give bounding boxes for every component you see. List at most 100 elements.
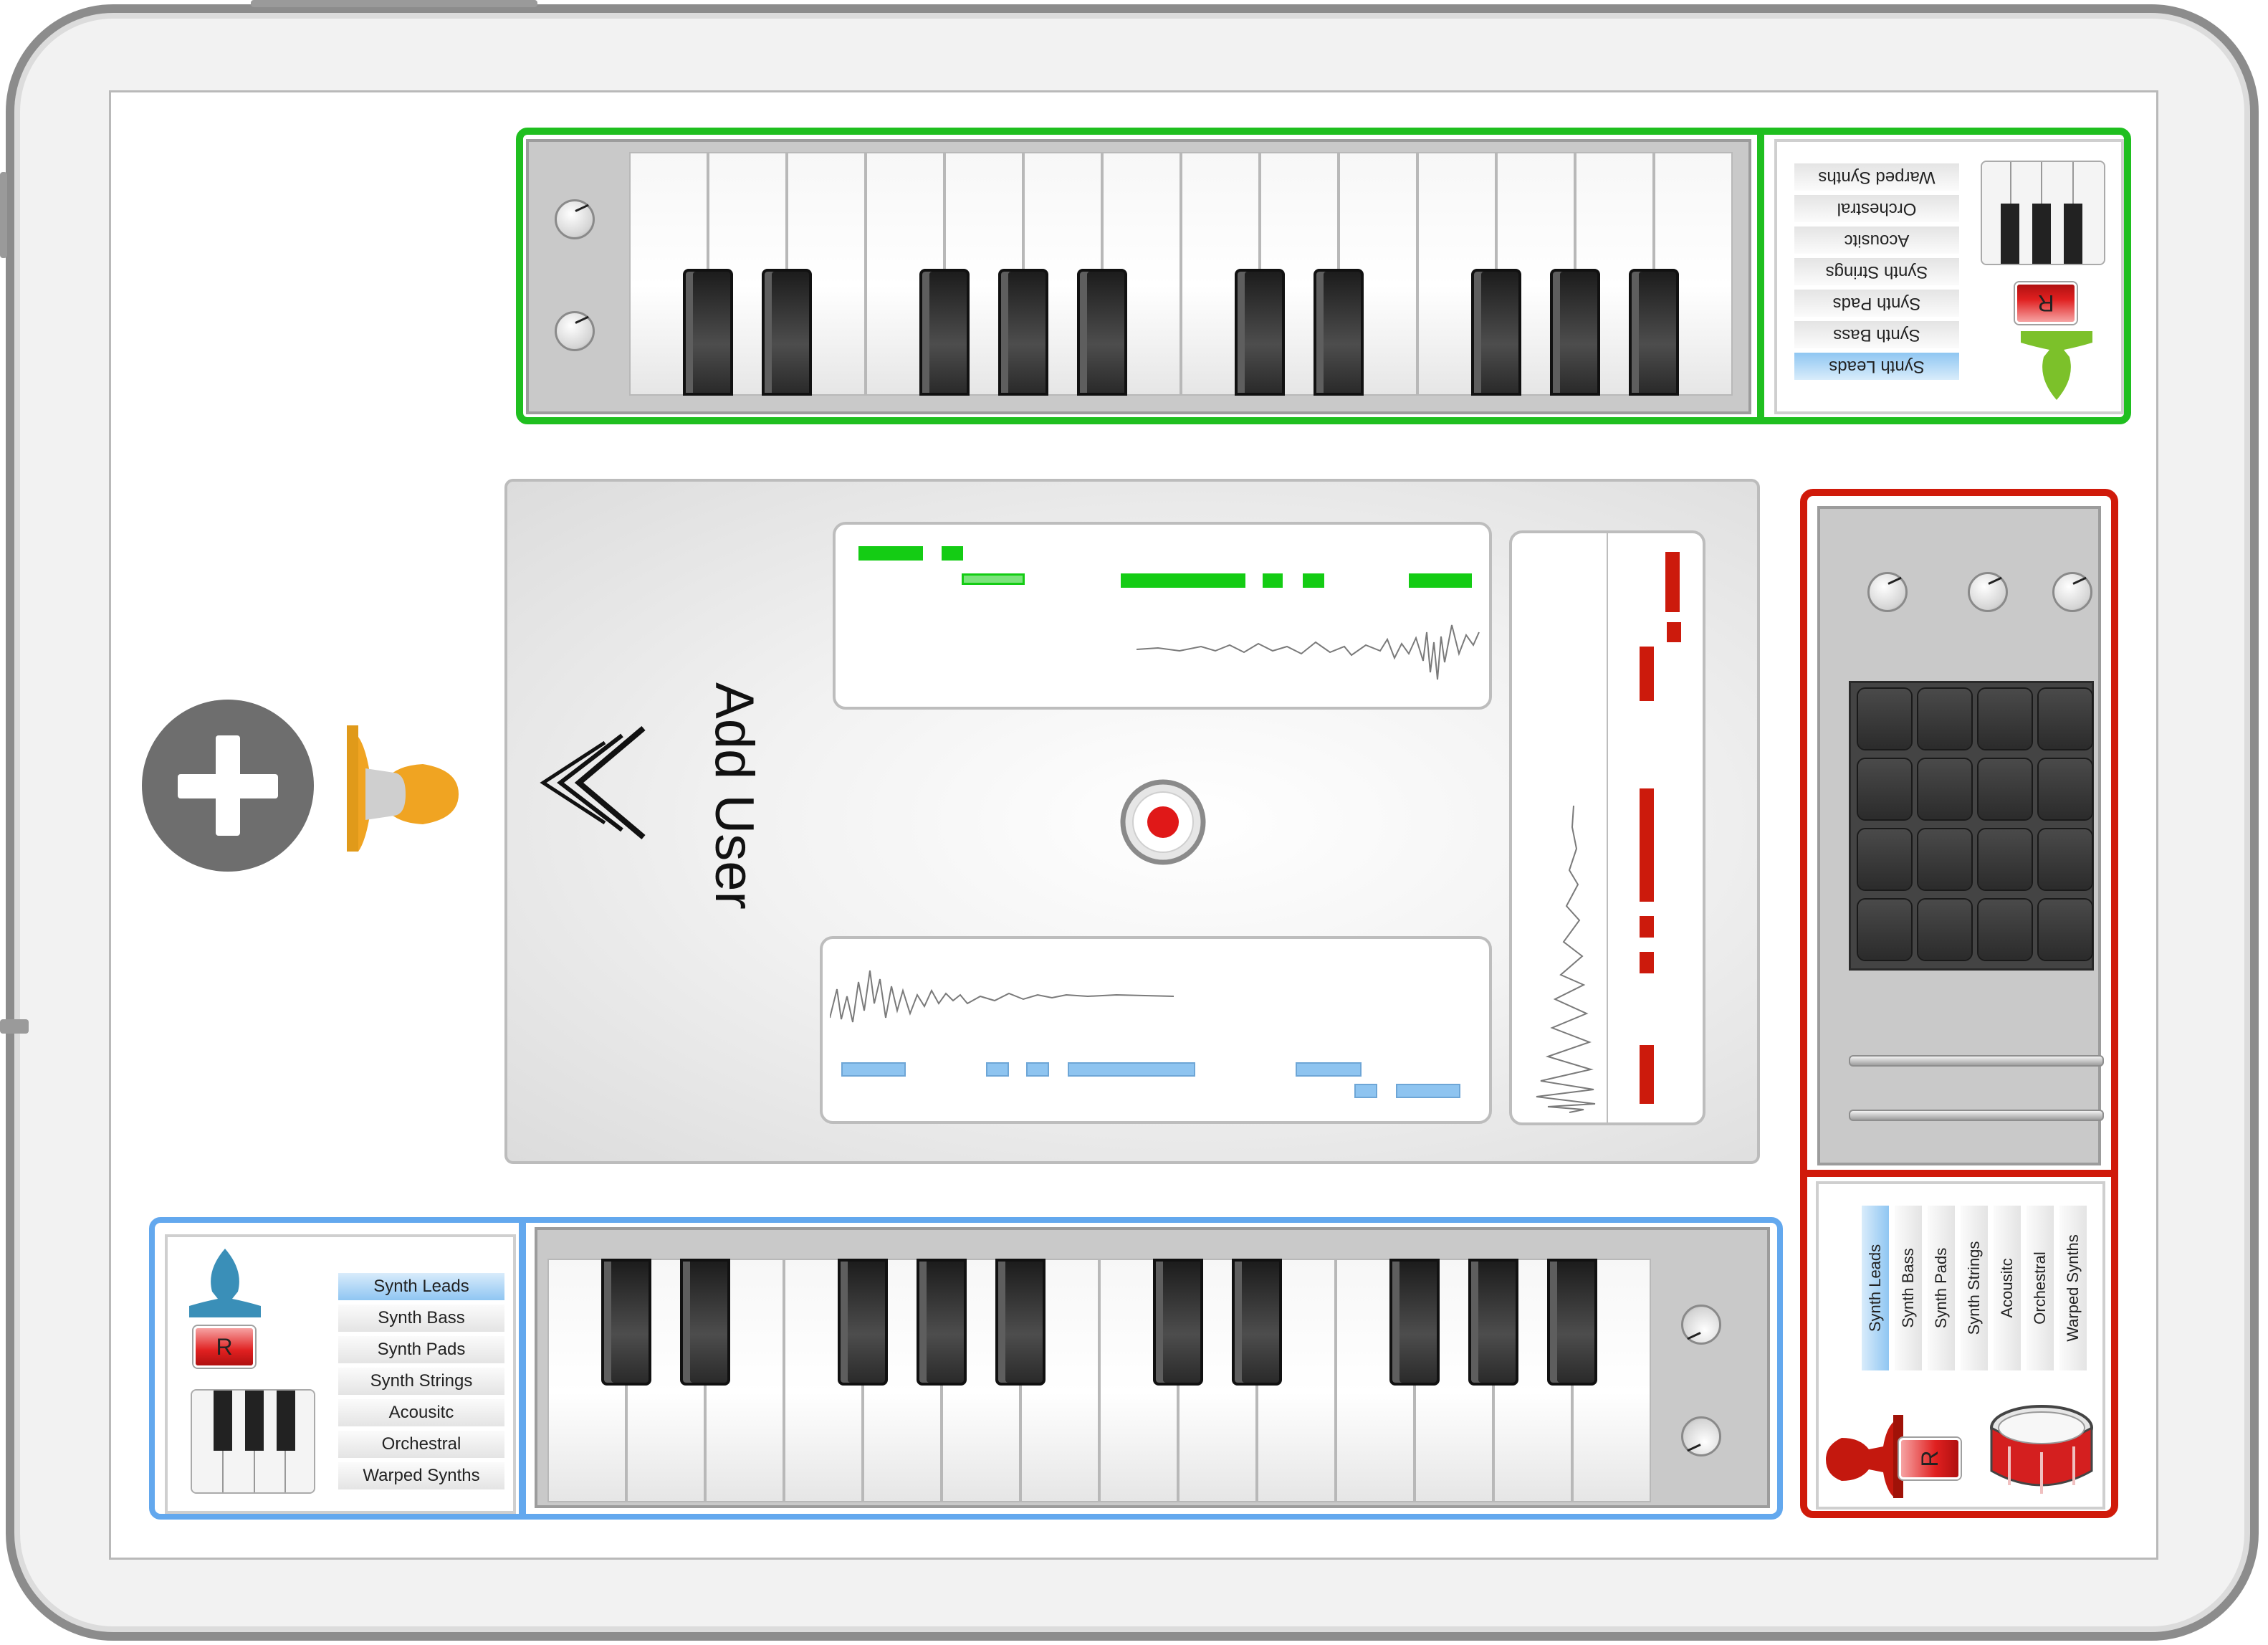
- list-item[interactable]: Orchestral: [2027, 1206, 2054, 1370]
- drum-pad-grid[interactable]: [1849, 681, 2094, 971]
- divider: [1607, 533, 1608, 1122]
- black-key[interactable]: [1152, 1259, 1204, 1386]
- green-record-button[interactable]: R: [2015, 282, 2077, 324]
- drum-pad[interactable]: [2039, 689, 2092, 749]
- drum-pad[interactable]: [1918, 900, 1971, 960]
- note-block: [1640, 952, 1654, 973]
- fader-1[interactable]: [1849, 1055, 2104, 1067]
- list-item[interactable]: Acousitc: [338, 1399, 504, 1426]
- list-item[interactable]: Synth Bass: [1794, 321, 1959, 348]
- black-key[interactable]: [761, 269, 813, 396]
- black-key[interactable]: [1470, 269, 1522, 396]
- list-item[interactable]: Synth Strings: [338, 1368, 504, 1395]
- chevron-left-double-icon[interactable]: [536, 725, 672, 840]
- user-icon[interactable]: [2014, 328, 2100, 407]
- black-key[interactable]: [679, 1259, 731, 1386]
- user-icon[interactable]: [337, 723, 466, 859]
- black-key[interactable]: [1076, 269, 1128, 396]
- red-instrument-columns: Synth Leads Synth Bass Synth Pads Synth Str…: [1862, 1206, 2091, 1370]
- blue-knob-1[interactable]: [1681, 1305, 1721, 1345]
- drum-pad[interactable]: [1918, 829, 1971, 890]
- green-knob-1[interactable]: [555, 199, 595, 239]
- drum-pad[interactable]: [1978, 689, 2032, 749]
- drum-pad[interactable]: [2039, 759, 2092, 819]
- green-track-view[interactable]: [833, 522, 1492, 710]
- waveform: [1536, 806, 1596, 1113]
- red-track-view[interactable]: [1509, 530, 1705, 1125]
- red-record-button[interactable]: R: [1899, 1438, 1961, 1479]
- black-key[interactable]: [995, 1259, 1046, 1386]
- black-key[interactable]: [1313, 269, 1364, 396]
- list-item[interactable]: Warped Synths: [2059, 1206, 2087, 1370]
- drum-pad[interactable]: [1858, 689, 1911, 749]
- blue-record-button[interactable]: R: [193, 1326, 255, 1368]
- black-key[interactable]: [997, 269, 1049, 396]
- drum-pad[interactable]: [1978, 829, 2032, 890]
- note-block: [1640, 916, 1654, 938]
- note-block: [1667, 622, 1681, 642]
- green-keyboard[interactable]: [629, 152, 1733, 396]
- list-item[interactable]: Synth Pads: [1928, 1206, 1955, 1370]
- drum-pad[interactable]: [1978, 900, 2032, 960]
- drum-pad[interactable]: [2039, 900, 2092, 960]
- record-icon[interactable]: [1119, 778, 1207, 866]
- user-icon[interactable]: [1824, 1412, 1903, 1501]
- side-button: [0, 172, 7, 258]
- list-item-selected[interactable]: Synth Leads: [1794, 353, 1959, 380]
- drum-pad[interactable]: [1858, 829, 1911, 890]
- add-user-label[interactable]: Add User: [704, 682, 765, 910]
- note-block: [1396, 1084, 1460, 1098]
- fader-2[interactable]: [1849, 1110, 2104, 1121]
- drum-pad[interactable]: [1918, 759, 1971, 819]
- blue-user-panel: R Synth Leads Synth Bass Synth Pads Synt…: [149, 1217, 1783, 1520]
- red-knob-1[interactable]: [1867, 572, 1908, 612]
- drum-icon[interactable]: [1988, 1399, 2095, 1499]
- user-icon[interactable]: [182, 1241, 268, 1320]
- note-block: [858, 546, 923, 561]
- list-item[interactable]: Synth Strings: [1794, 258, 1959, 285]
- list-item[interactable]: Orchestral: [1794, 195, 1959, 222]
- black-key[interactable]: [682, 269, 734, 396]
- green-sidebar: Warped Synths Orchestral Acousitc Synth …: [1774, 139, 2124, 414]
- black-key[interactable]: [1389, 1259, 1440, 1386]
- black-key[interactable]: [1546, 1259, 1598, 1386]
- list-item-selected[interactable]: Synth Leads: [1862, 1206, 1889, 1370]
- list-item[interactable]: Synth Strings: [1961, 1206, 1988, 1370]
- black-key[interactable]: [1234, 269, 1286, 396]
- list-item-selected[interactable]: Synth Leads: [338, 1273, 504, 1300]
- black-key[interactable]: [837, 1259, 889, 1386]
- black-key[interactable]: [1468, 1259, 1519, 1386]
- list-item[interactable]: Acousitc: [1994, 1206, 2021, 1370]
- drum-pad[interactable]: [1918, 689, 1971, 749]
- note-block: [1640, 647, 1654, 701]
- black-key[interactable]: [919, 269, 970, 396]
- piano-icon[interactable]: [191, 1389, 315, 1494]
- blue-knob-2[interactable]: [1681, 1416, 1721, 1456]
- list-item[interactable]: Synth Bass: [1895, 1206, 1922, 1370]
- black-key[interactable]: [1231, 1259, 1283, 1386]
- red-knob-3[interactable]: [2052, 572, 2092, 612]
- list-item[interactable]: Orchestral: [338, 1431, 504, 1458]
- black-key[interactable]: [1628, 269, 1680, 396]
- list-item[interactable]: Synth Pads: [338, 1336, 504, 1363]
- blue-track-view[interactable]: [820, 936, 1492, 1124]
- drum-pad[interactable]: [1858, 759, 1911, 819]
- blue-keyboard[interactable]: [547, 1259, 1651, 1502]
- list-item[interactable]: Warped Synths: [338, 1462, 504, 1489]
- drum-pad[interactable]: [2039, 829, 2092, 890]
- black-key[interactable]: [601, 1259, 652, 1386]
- drum-pad-frame: [1817, 506, 2104, 1165]
- plus-icon[interactable]: [140, 698, 315, 873]
- black-key[interactable]: [1549, 269, 1601, 396]
- piano-icon[interactable]: [1981, 161, 2105, 265]
- note-block: [1354, 1084, 1377, 1098]
- list-item[interactable]: Synth Bass: [338, 1305, 504, 1332]
- red-knob-2[interactable]: [1968, 572, 2008, 612]
- list-item[interactable]: Acousitc: [1794, 227, 1959, 254]
- list-item[interactable]: Warped Synths: [1794, 163, 1959, 191]
- black-key[interactable]: [916, 1259, 967, 1386]
- green-knob-2[interactable]: [555, 311, 595, 351]
- drum-pad[interactable]: [1978, 759, 2032, 819]
- drum-pad[interactable]: [1858, 900, 1911, 960]
- list-item[interactable]: Synth Pads: [1794, 290, 1959, 317]
